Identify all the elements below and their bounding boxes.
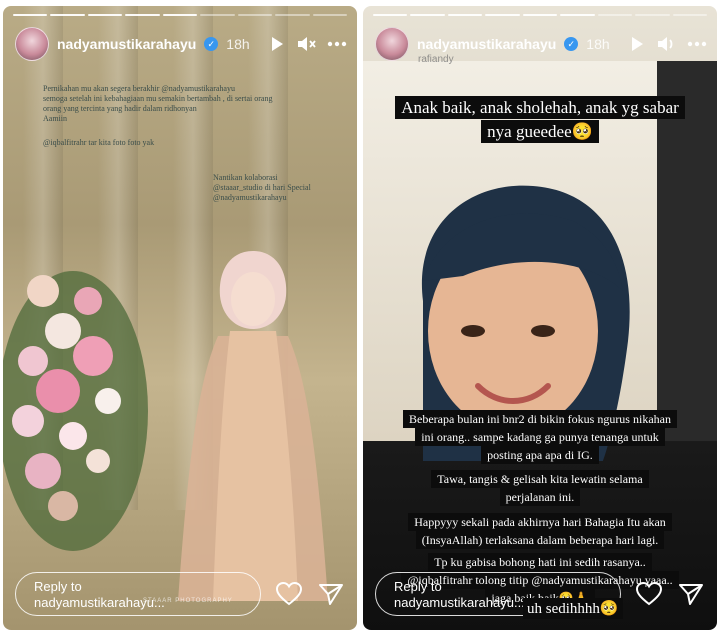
progress-segment [410,14,445,16]
verified-icon: ✓ [204,37,219,51]
story-progress [13,14,347,16]
more-icon[interactable] [326,33,348,55]
headline-line: nya gueedee🥺 [481,120,599,143]
progress-segment [50,14,85,16]
story-progress [373,14,707,16]
mute-icon[interactable] [296,33,318,55]
volume-icon[interactable] [656,33,678,55]
headline-line: Anak baik, anak sholehah, anak yg sabar [395,96,685,119]
body-line: Happyyy sekali pada akhirnya hari Bahagi… [408,513,672,531]
story-left[interactable]: nadyamustikarahayu ✓ 18h Pernikahan mu a… [3,6,357,630]
progress-segment [237,14,273,16]
progress-segment [13,14,48,16]
caption-line: Pernikahan mu akan segera berakhir @nady… [43,84,235,93]
play-icon[interactable] [626,33,648,55]
progress-segment [597,14,633,16]
overlay-comment: uh sedihhhh🥺 [523,598,623,619]
caption-line: @nadyamustikarahayu [213,193,287,202]
heart-icon[interactable] [635,580,663,608]
reply-label: Reply to [34,579,82,594]
reply-target: nadyamustikarahayu... [34,595,165,610]
reply-label: Reply to [394,579,442,594]
progress-segment [560,14,595,16]
body-caption-1: Beberapa bulan ini bnr2 di bikin fokus n… [363,410,717,464]
story-footer: Reply to nadyamustikarahayu... [15,572,345,616]
play-icon[interactable] [266,33,288,55]
post-time: 18h [226,36,250,52]
body-line: perjalanan ini. [499,488,581,506]
headline-caption: Anak baik, anak sholehah, anak yg sabar … [363,96,717,144]
caption-line: semoga setelah ini kebahagiaan mu semaki… [43,94,273,103]
body-caption-2: Tawa, tangis & gelisah kita lewatin sela… [363,470,717,506]
caption-line: Nantikan kolaborasi [213,173,278,182]
avatar[interactable] [375,27,409,61]
story-caption: Pernikahan mu akan segera berakhir @nady… [43,84,333,148]
caption-line: @staaar_studio di hari Special [213,183,311,192]
caption-line: orang yang tercinta yang hadir dalam rid… [43,104,197,113]
progress-segment [125,14,160,16]
username[interactable]: nadyamustikarahayu [417,36,556,52]
progress-segment [522,14,558,16]
avatar[interactable] [15,27,49,61]
progress-segment [672,14,707,16]
tagged-mention: rafiandy [418,54,454,65]
progress-segment [312,14,347,16]
progress-segment [200,14,235,16]
flower-arrangement [3,271,148,551]
body-line: posting apa apa di IG. [481,446,599,464]
username[interactable]: nadyamustikarahayu [57,36,196,52]
reply-input[interactable]: Reply to nadyamustikarahayu... [15,572,261,616]
collab-caption: Nantikan kolaborasi @staaar_studio di ha… [213,173,353,203]
progress-segment [275,14,310,16]
progress-segment [447,14,483,16]
body-line: ini orang.. sampe kadang ga punya tenang… [415,428,665,446]
body-line: Tawa, tangis & gelisah kita lewatin sela… [431,470,649,488]
body-line: (InsyaAllah) terlaksana dalam beberapa h… [415,531,665,549]
caption-line: @iqbalfitrahr tar kita foto foto yak [43,138,155,147]
bride-figure [178,251,328,601]
story-header: nadyamustikarahayu ✓ 18h [15,26,348,62]
verified-icon: ✓ [564,37,579,51]
body-line: Beberapa bulan ini bnr2 di bikin fokus n… [403,410,677,428]
send-icon[interactable] [677,580,705,608]
caption-line: Aamiin [43,114,67,123]
story-right[interactable]: nadyamustikarahayu ✓ 18h rafiandy Anak b… [363,6,717,630]
body-line: Tp ku gabisa bohong hati ini sedih rasan… [428,553,652,571]
heart-icon[interactable] [275,580,303,608]
send-icon[interactable] [317,580,345,608]
progress-segment [87,14,123,16]
progress-segment [162,14,198,16]
progress-segment [485,14,520,16]
progress-segment [373,14,408,16]
progress-segment [635,14,670,16]
body-caption-3: Happyyy sekali pada akhirnya hari Bahagi… [363,513,717,549]
post-time: 18h [586,36,610,52]
more-icon[interactable] [686,33,708,55]
